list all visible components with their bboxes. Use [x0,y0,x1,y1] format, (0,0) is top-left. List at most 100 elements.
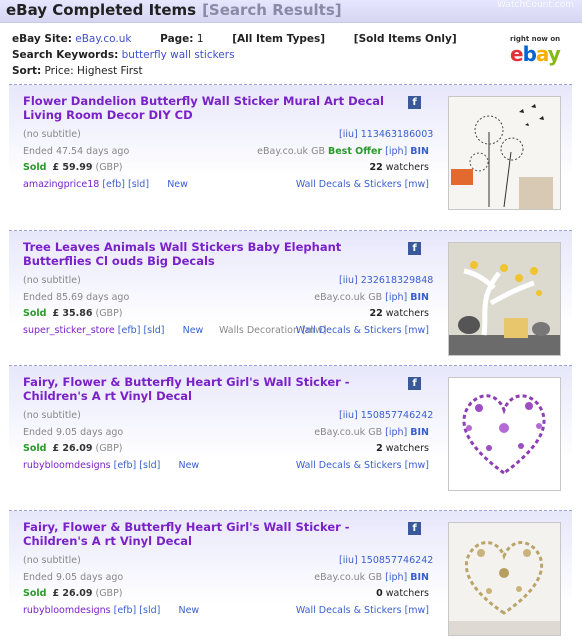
listing-thumbnail[interactable] [448,522,561,636]
category-link[interactable]: Wall Decals & Stickers [296,605,402,616]
mw-link[interactable]: [mw] [405,460,429,471]
bin-badge: BIN [410,572,429,583]
iph-link[interactable]: [iph] [385,146,407,157]
item-id-link[interactable]: 232618329848 [361,275,434,286]
iiu-link[interactable]: [iiu] [339,555,358,566]
listing-currency: (GBP) [95,443,123,454]
seller-link[interactable]: rubybloomdesigns [23,460,111,471]
watchers-label: watchers [385,162,429,173]
site-link[interactable]: eBay.co.uk [75,33,131,45]
keywords-link[interactable]: butterfly wall stickers [122,49,235,61]
page-subtitle: [Search Results] [202,1,342,19]
condition-label: New [178,460,200,471]
listing-site: eBay.co.uk [257,146,309,157]
gold-butterfly-heart-image [449,523,560,635]
sld-link[interactable]: [sld] [139,460,160,471]
iiu-link[interactable]: [iiu] [339,275,358,286]
mw-link[interactable]: [mw] [405,179,429,190]
listing-country: GB [368,292,383,303]
listing-item: Tree Leaves Animals Wall Stickers Baby E… [9,230,572,364]
listing-item: Fairy, Flower & Butterfly Heart Girl's W… [9,365,572,499]
mw-link[interactable]: [mw] [405,325,429,336]
item-types-filter[interactable]: [All Item Types] [232,33,325,45]
listing-item: Fairy, Flower & Butterfly Heart Girl's W… [9,510,572,644]
listing-title[interactable]: Fairy, Flower & Butterfly Heart Girl's W… [23,520,393,548]
listing-ended: Ended 9.05 days ago [23,427,124,438]
listing-price: £ 35.86 [52,308,93,319]
watchcount-watermark: WatchCount.com [497,0,574,10]
sold-only-filter[interactable]: [Sold Items Only] [354,33,457,45]
seller-link[interactable]: rubybloomdesigns [23,605,111,616]
tree-animals-sticker-image [449,243,560,355]
sld-link[interactable]: [sld] [139,605,160,616]
sort-value: Price: Highest First [44,65,143,77]
watchers-label: watchers [385,443,429,454]
facebook-share-icon[interactable]: f [408,522,421,535]
facebook-share-icon[interactable]: f [408,377,421,390]
bin-badge: BIN [410,146,429,157]
listing-title[interactable]: Tree Leaves Animals Wall Stickers Baby E… [23,240,393,268]
watchers-count: 0 [376,588,383,599]
listing-currency: (GBP) [95,308,123,319]
listing-thumbnail[interactable] [448,242,561,356]
item-id-link[interactable]: 150857746242 [361,410,434,421]
page-label: Page: [160,33,194,45]
category-link[interactable]: Wall Decals & Stickers [296,460,402,471]
iiu-link[interactable]: [iiu] [339,129,358,140]
condition-label: New [178,605,200,616]
facebook-share-icon[interactable]: f [408,242,421,255]
sold-label: Sold [23,588,47,599]
listing-site: eBay.co.uk [314,572,366,583]
search-info-row-1: eBay Site: eBay.co.uk Page: 1 [All Item … [12,31,457,47]
watchers-label: watchers [385,308,429,319]
sld-link[interactable]: [sld] [128,179,149,190]
item-id-link[interactable]: 113463186003 [361,129,434,140]
iph-link[interactable]: [iph] [385,292,407,303]
category-link[interactable]: Wall Decals & Stickers [296,325,402,336]
listing-currency: (GBP) [95,588,123,599]
sld-link[interactable]: [sld] [143,325,164,336]
listing-subtitle: (no subtitle) [23,129,81,140]
listing-thumbnail[interactable] [448,377,561,491]
efb-link[interactable]: [efb] [102,179,125,190]
iph-link[interactable]: [iph] [385,572,407,583]
condition-label: New [167,179,188,190]
sold-label: Sold [23,162,47,173]
watchers-count: 22 [369,162,383,173]
listing-price: £ 59.99 [52,162,93,173]
iph-link[interactable]: [iph] [385,427,407,438]
listing-ended: Ended 9.05 days ago [23,572,124,583]
seller-link[interactable]: super_sticker_store [23,325,115,336]
listing-ended: Ended 47.54 days ago [23,146,130,157]
listing-country: GB [368,572,383,583]
page-value: 1 [196,33,204,45]
listing-item: Flower Dandelion Butterfly Wall Sticker … [9,84,572,218]
efb-link[interactable]: [efb] [114,605,137,616]
sold-label: Sold [23,308,47,319]
listing-price: £ 26.09 [52,443,93,454]
listing-title[interactable]: Flower Dandelion Butterfly Wall Sticker … [23,94,393,122]
iiu-link[interactable]: [iiu] [339,410,358,421]
mw-link[interactable]: [mw] [405,605,429,616]
facebook-share-icon[interactable]: f [408,96,421,109]
listing-site: eBay.co.uk [314,427,366,438]
condition-label: New [182,325,204,336]
page-title-text: eBay Completed Items [6,1,197,19]
category-link[interactable]: Wall Decals & Stickers [296,179,402,190]
dandelion-wall-sticker-image [449,97,560,209]
item-id-link[interactable]: 150857746242 [361,555,434,566]
listing-subtitle: (no subtitle) [23,275,81,286]
listing-site: eBay.co.uk [314,292,366,303]
seller-link[interactable]: amazingprice18 [23,179,99,190]
listing-format: Best Offer [328,146,383,157]
listing-ended: Ended 85.69 days ago [23,292,130,303]
sort-label: Sort: [12,65,42,77]
keywords-label: Search Keywords: [12,49,119,61]
efb-link[interactable]: [efb] [114,460,137,471]
listing-title[interactable]: Fairy, Flower & Butterfly Heart Girl's W… [23,375,393,403]
watchers-count: 2 [376,443,383,454]
listing-thumbnail[interactable] [448,96,561,210]
efb-link[interactable]: [efb] [118,325,141,336]
page-title: eBay Completed Items [Search Results] [6,1,342,19]
ebay-logo[interactable]: right now on ebay [508,35,576,69]
